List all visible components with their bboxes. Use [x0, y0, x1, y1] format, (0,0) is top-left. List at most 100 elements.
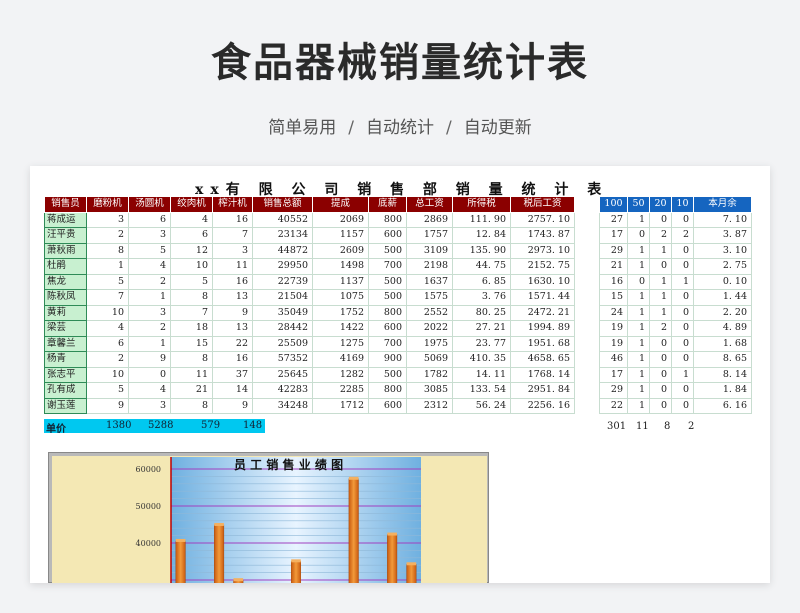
table-cell: 9 [86, 397, 129, 414]
change-total: 11 [636, 421, 649, 432]
table-cell: 2. 75 [693, 258, 752, 275]
bar [290, 561, 302, 583]
table-cell: 2312 [406, 397, 453, 414]
table-cell: 1275 [312, 335, 369, 352]
page-title: 食品器械销量统计表 [211, 40, 589, 86]
table-cell: 0 [649, 366, 672, 383]
table-cell: 6 [128, 211, 171, 228]
table-cell: 0 [627, 227, 650, 244]
table-cell: 0 [671, 211, 694, 228]
table-cell: 23134 [252, 227, 313, 244]
table-cell: 3085 [406, 382, 453, 399]
table-cell: 800 [368, 382, 407, 399]
table-cell: 40552 [252, 211, 313, 228]
table-cell: 3 [128, 397, 171, 414]
table-cell: 1. 44 [693, 289, 752, 306]
table-cell: 4 [86, 320, 129, 337]
column-header: 总工资 [406, 196, 453, 213]
table-cell: 44. 75 [452, 258, 511, 275]
table-cell: 1 [128, 289, 171, 306]
table-cell: 12 [170, 242, 213, 259]
column-header: 磨粉机 [86, 196, 129, 213]
column-header: 100 [599, 196, 628, 213]
table-cell: 23. 77 [452, 335, 511, 352]
table-cell: 1. 84 [693, 382, 752, 399]
table-cell: 19 [599, 335, 628, 352]
table-cell: 6 [86, 335, 129, 352]
table-cell: 6 [170, 227, 213, 244]
table-cell: 3 [212, 242, 253, 259]
table-cell: 8 [170, 351, 213, 368]
table-cell: 2951. 84 [510, 382, 575, 399]
table-row: 焦龙 5 2 5 16 22739 1137 500 1637 6. 85 1630. 10 [44, 273, 575, 290]
table-cell: 900 [368, 351, 407, 368]
table-cell: 2022 [406, 320, 453, 337]
table-cell: 27 [599, 211, 628, 228]
table-cell: 2 [649, 320, 672, 337]
table-cell: 5 [86, 382, 129, 399]
table-cell: 1571. 44 [510, 289, 575, 306]
table-cell: 800 [368, 211, 407, 228]
table-row: 22 1 0 0 6. 16 [599, 397, 752, 414]
table-cell: 4 [170, 211, 213, 228]
table-cell: 2 [128, 273, 171, 290]
table-row: 陈秋凤 7 1 8 13 21504 1075 500 1575 3. 76 1571. 44 [44, 289, 575, 306]
y-tick-label: 60000 [136, 465, 161, 474]
table-cell: 10 [86, 366, 129, 383]
bar [387, 534, 398, 583]
table-row: 杜鹃 1 4 10 11 29950 1498 700 2198 44. 75 2152. 75 [44, 258, 575, 275]
table-cell: 2869 [406, 211, 453, 228]
table-cell: 35049 [252, 304, 313, 321]
table-row: 24 1 1 0 2. 20 [599, 304, 752, 321]
bar [348, 478, 359, 583]
table-cell: 9 [128, 351, 171, 368]
table-cell: 19 [599, 320, 628, 337]
subtitle-separator: / [348, 118, 354, 138]
y-tick-label: 40000 [136, 539, 161, 548]
table-cell: 0 [671, 242, 694, 259]
table-cell: 1 [627, 382, 650, 399]
table-row: 29 1 1 0 3. 10 [599, 242, 752, 259]
table-cell: 1422 [312, 320, 369, 337]
table-cell: 21 [599, 258, 628, 275]
salesperson-name: 焦龙 [44, 273, 87, 290]
column-header: 50 [627, 196, 650, 213]
table-cell: 8. 14 [693, 366, 752, 383]
change-table-header: 100 50 20 10 本月余 [599, 196, 752, 213]
table-row: 杨青 2 9 8 16 57352 4169 900 5069 410. 35 4658. 65 [44, 351, 575, 368]
table-cell: 2 [128, 320, 171, 337]
table-row: 15 1 1 0 1. 44 [599, 289, 752, 306]
table-cell: 2472. 21 [510, 304, 575, 321]
table-cell: 29 [599, 382, 628, 399]
table-cell: 2973. 10 [510, 242, 575, 259]
table-cell: 2152. 75 [510, 258, 575, 275]
table-cell: 22 [599, 397, 628, 414]
table-cell: 5 [86, 273, 129, 290]
salesperson-name: 萧秋雨 [44, 242, 87, 259]
table-row: 17 1 0 1 8. 14 [599, 366, 752, 383]
table-cell: 25509 [252, 335, 313, 352]
header-row: 100 50 20 10 本月余 [599, 196, 752, 213]
table-cell: 0 [649, 351, 672, 368]
subtitle-item-auto-stat: 自动统计 [366, 118, 434, 138]
subtitle-item-easy: 简单易用 [268, 118, 337, 138]
table-cell: 10 [170, 258, 213, 275]
table-cell: 2 [86, 227, 129, 244]
table-cell: 600 [368, 397, 407, 414]
table-cell: 1 [671, 273, 694, 290]
table-cell: 4658. 65 [510, 351, 575, 368]
table-cell: 1 [627, 366, 650, 383]
table-cell: 0 [671, 397, 694, 414]
table-cell: 0 [671, 382, 694, 399]
table-cell: 0 [627, 273, 650, 290]
column-header: 10 [671, 196, 694, 213]
table-cell: 24 [599, 304, 628, 321]
table-cell: 600 [368, 227, 407, 244]
table-cell: 1637 [406, 273, 453, 290]
table-cell: 22 [212, 335, 253, 352]
table-cell: 34248 [252, 397, 313, 414]
table-cell: 3. 10 [693, 242, 752, 259]
table-cell: 1 [649, 242, 672, 259]
table-cell: 14 [212, 382, 253, 399]
table-cell: 15 [170, 335, 213, 352]
